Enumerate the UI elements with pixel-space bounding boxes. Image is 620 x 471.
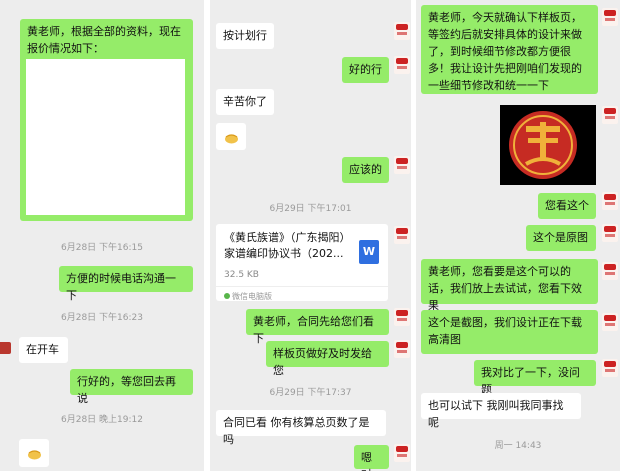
avatar[interactable] <box>0 342 11 354</box>
wechat-pc-icon <box>224 293 230 299</box>
message-bubble[interactable]: 嗯对 <box>354 445 389 471</box>
avatar[interactable] <box>394 340 410 358</box>
quote-image[interactable] <box>26 59 185 215</box>
wave-emoji[interactable] <box>216 123 246 150</box>
message-bubble[interactable]: 我对比了一下，没问题 <box>474 360 596 396</box>
message-bubble[interactable]: 黄老师，合同先给您们看下 <box>246 309 389 345</box>
chat-panel-2[interactable]: 按计划行 好的行 辛苦你了 应该的 6月29日 下午17:01 《黄氏族谱》（广… <box>210 0 411 471</box>
avatar[interactable] <box>394 22 410 40</box>
avatar[interactable] <box>602 262 618 280</box>
avatar[interactable] <box>394 444 410 462</box>
timestamp: 周一 14:43 <box>494 441 542 451</box>
message-bubble[interactable]: 辛苦你了 <box>216 89 274 115</box>
message-bubble[interactable]: 也可以试下 我刚叫我同事找呢 <box>421 393 581 429</box>
message-bubble[interactable]: 行好的，等您回去再说 <box>70 369 193 405</box>
waving-hand-icon <box>27 445 42 460</box>
message-bubble[interactable]: 这个是截图，我们设计正在下载高清图 <box>421 310 598 354</box>
message-text: 黄老师，根据全部的资料，现在报价情况如下： <box>27 25 181 55</box>
message-bubble[interactable]: 黄老师，您看要是这个可以的话，我们放上去试试，您看下效果 <box>421 259 598 312</box>
avatar[interactable] <box>394 308 410 326</box>
avatar[interactable] <box>602 8 618 26</box>
avatar[interactable] <box>394 56 410 74</box>
avatar[interactable] <box>394 156 410 174</box>
timestamp: 6月28日 下午16:15 <box>61 243 143 253</box>
avatar[interactable] <box>602 106 618 124</box>
message-bubble[interactable]: 应该的 <box>342 157 389 183</box>
message-bubble[interactable]: 按计划行 <box>216 23 274 49</box>
avatar[interactable] <box>602 224 618 242</box>
message-bubble[interactable]: 这个是原图 <box>526 225 596 251</box>
chat-panel-1[interactable]: 黄老师，根据全部的资料，现在报价情况如下： 6月28日 下午16:15 方便的时… <box>0 0 204 471</box>
avatar[interactable] <box>394 226 410 244</box>
avatar[interactable] <box>602 359 618 377</box>
file-name: 《黄氏族谱》（广东揭阳）家谱编印协议书（202... <box>224 231 351 260</box>
word-doc-icon: W <box>359 240 379 264</box>
avatar[interactable] <box>602 313 618 331</box>
wave-emoji[interactable] <box>19 439 49 467</box>
message-bubble[interactable]: 合同已看 你有核算总页数了是吗 <box>216 410 386 446</box>
file-source: 微信电脑版 <box>232 292 272 301</box>
divider <box>216 286 388 287</box>
file-message[interactable]: 《黄氏族谱》（广东揭阳）家谱编印协议书（202... W 32.5 KB 微信电… <box>216 224 388 301</box>
file-size: 32.5 KB <box>224 270 259 280</box>
message-bubble[interactable]: 方便的时候电话沟通一下 <box>59 266 193 302</box>
timestamp: 6月28日 晚上19:12 <box>61 415 143 425</box>
message-bubble[interactable]: 黄老师，根据全部的资料，现在报价情况如下： <box>20 19 193 221</box>
timestamp: 6月29日 下午17:01 <box>269 204 352 214</box>
chat-panel-3[interactable]: 黄老师，今天就确认下样板页，等签约后就安排具体的设计来做了，到时候细节修改都方便… <box>416 0 620 471</box>
avatar[interactable] <box>602 192 618 210</box>
message-bubble[interactable]: 好的行 <box>342 57 389 83</box>
message-bubble[interactable]: 样板页做好及时发给您 <box>266 341 389 377</box>
waving-hand-icon <box>224 129 239 144</box>
timestamp: 6月28日 下午16:23 <box>61 313 143 323</box>
message-bubble[interactable]: 您看这个 <box>538 193 596 219</box>
timestamp: 6月29日 下午17:37 <box>269 388 352 398</box>
message-bubble[interactable]: 黄老师，今天就确认下样板页，等签约后就安排具体的设计来做了，到时候细节修改都方便… <box>421 5 598 94</box>
message-bubble[interactable]: 在开车 <box>19 337 68 363</box>
seal-image[interactable] <box>500 105 596 185</box>
